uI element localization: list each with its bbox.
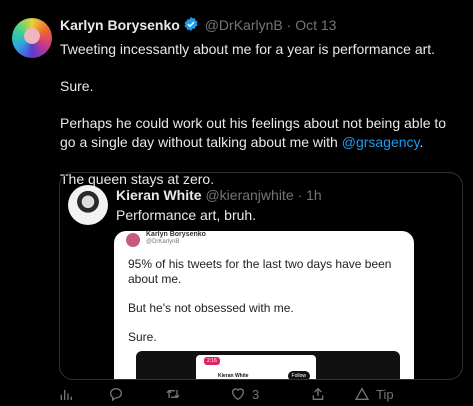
screenshot-line: But he's not obsessed with me.	[128, 301, 294, 315]
phone-time: 2:16	[204, 357, 220, 365]
quoted-tweet-text: Performance art, bruh.	[116, 207, 257, 223]
screenshot-line: 95% of his tweets for the last two days …	[128, 257, 392, 286]
separator-dot: ·	[297, 187, 303, 203]
tweet-header: Karlyn Borysenko @DrKarlynB · Oct 13	[60, 16, 336, 35]
phone-screen: 2:16 Kieran White Follow	[196, 355, 316, 379]
tweet-line: Perhaps he could work out his feelings a…	[60, 114, 455, 152]
reply-button[interactable]	[108, 386, 124, 402]
screenshot-text: 95% of his tweets for the last two days …	[128, 257, 398, 359]
like-button[interactable]: 3	[230, 386, 259, 402]
tweet-line: Tweeting incessantly about me for a year…	[60, 41, 436, 57]
separator-dot: ·	[286, 17, 292, 33]
tweet[interactable]: Karlyn Borysenko @DrKarlynB · Oct 13 Twe…	[0, 0, 473, 405]
phone-follow-button: Follow	[287, 371, 310, 379]
embedded-screenshot[interactable]: Karlyn Borysenko @DrKarlynB 95% of his t…	[114, 231, 414, 379]
tip-label: Tip	[376, 386, 394, 402]
phone-screenshot: 2:16 Kieran White Follow	[136, 351, 400, 379]
tip-button[interactable]: Tip	[354, 386, 394, 402]
reply-icon	[108, 386, 124, 402]
author-handle[interactable]: @DrKarlynB	[205, 17, 283, 33]
like-icon	[230, 386, 246, 402]
tip-icon	[354, 386, 370, 402]
quoted-tweet[interactable]: Kieran White @kieranjwhite · 1h Performa…	[59, 172, 463, 380]
quoted-tweet-header: Kieran White @kieranjwhite · 1h	[116, 187, 322, 203]
screenshot-author-name: Karlyn Borysenko	[146, 231, 206, 238]
screenshot-header: Karlyn Borysenko @DrKarlynB	[114, 231, 414, 247]
author-name[interactable]: Karlyn Borysenko	[60, 17, 180, 33]
quoted-author-handle: @kieranjwhite	[205, 187, 294, 203]
screenshot-avatar	[126, 233, 140, 247]
quoted-author-name: Kieran White	[116, 187, 202, 203]
verified-badge-icon	[183, 16, 199, 35]
retweet-icon	[164, 386, 182, 402]
retweet-button[interactable]	[164, 386, 182, 402]
analytics-button[interactable]	[58, 386, 74, 402]
analytics-icon	[58, 386, 74, 402]
screenshot-line: Sure.	[128, 330, 157, 344]
share-button[interactable]	[310, 386, 326, 402]
like-count: 3	[252, 386, 260, 402]
tweet-line: Sure.	[60, 78, 94, 94]
quoted-tweet-date: 1h	[306, 187, 322, 203]
phone-profile-name: Kieran White	[218, 373, 249, 379]
tweet-line-text: .	[419, 134, 424, 150]
screenshot-author-handle: @DrKarlynB	[146, 239, 180, 245]
author-avatar[interactable]	[12, 18, 52, 58]
tweet-date[interactable]: Oct 13	[295, 17, 336, 33]
tweet-actions: 3 Tip	[52, 386, 467, 406]
mention-link[interactable]: @grsagency	[342, 134, 420, 150]
share-icon	[310, 386, 326, 402]
quoted-author-avatar	[68, 185, 108, 225]
